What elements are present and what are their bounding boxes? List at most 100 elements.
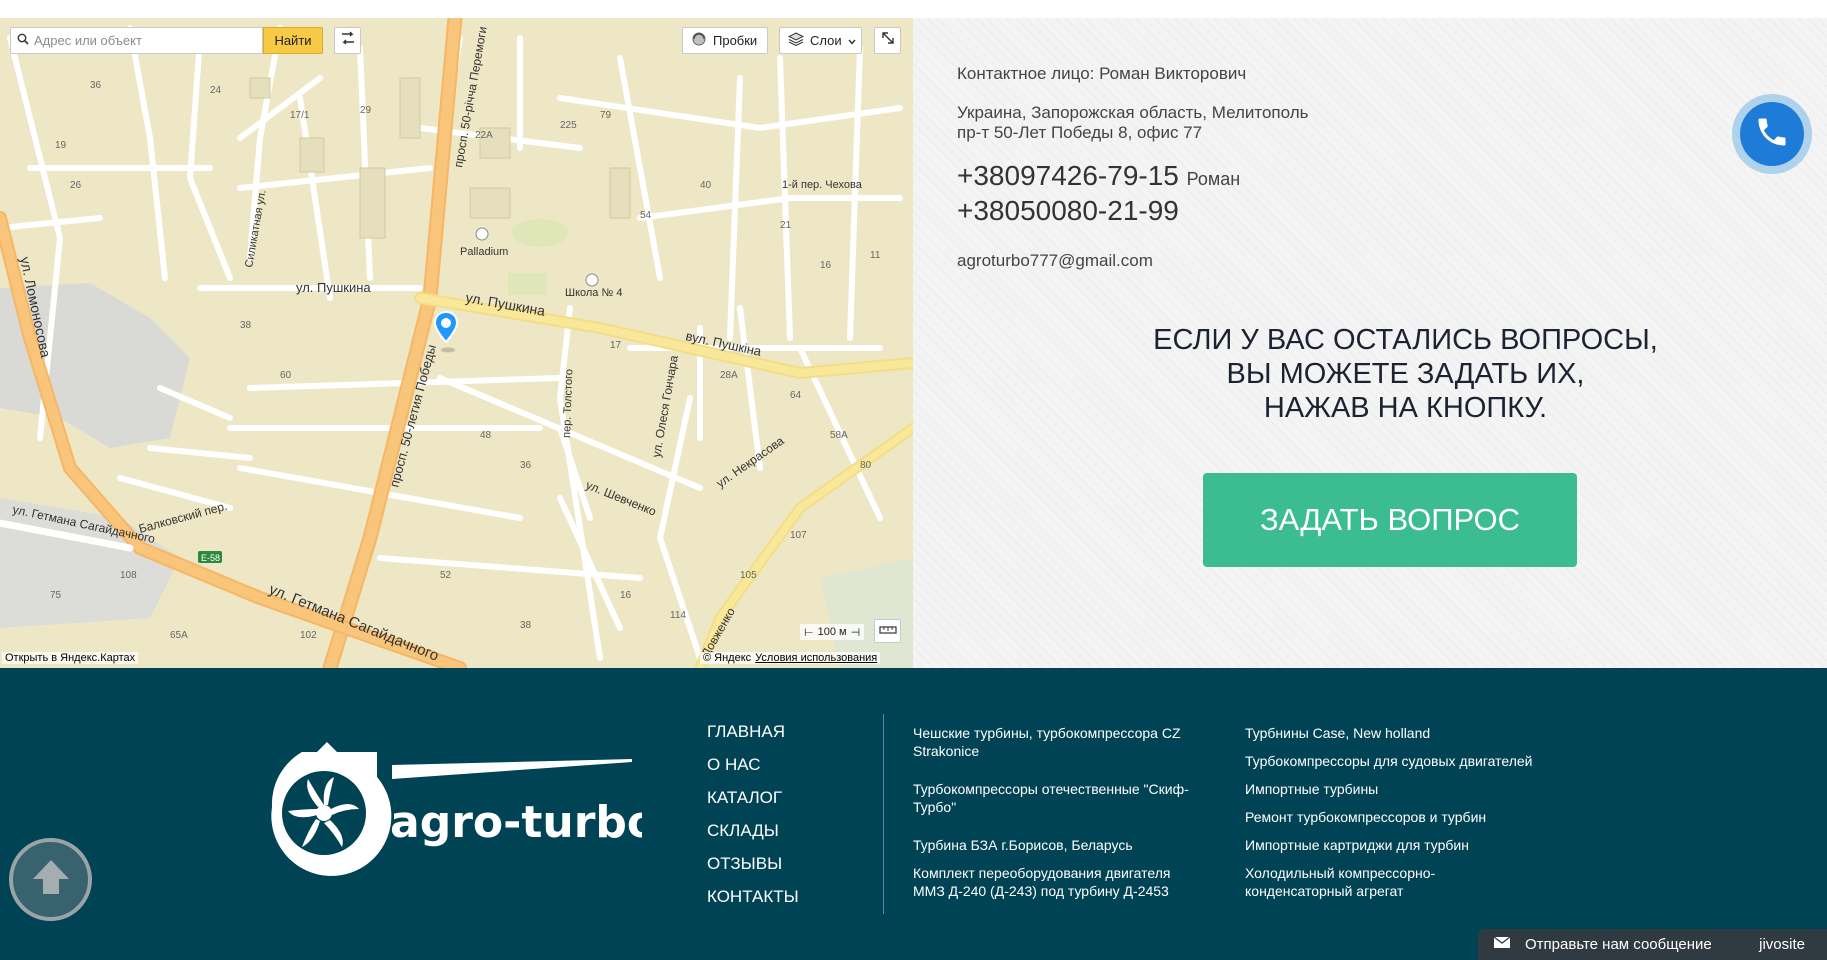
arrow-up-icon <box>28 854 74 905</box>
svg-text:21: 21 <box>780 220 792 231</box>
map-open-yandex-link[interactable]: Открыть в Яндекс.Картах <box>2 652 139 664</box>
call-button[interactable] <box>1732 94 1812 174</box>
chat-widget-label: Отправьте нам сообщение <box>1525 936 1712 953</box>
footer-category-link[interactable]: Импортные турбины <box>1245 780 1585 798</box>
footer-logo[interactable]: agro-turbo <box>262 737 657 882</box>
chat-widget[interactable]: Отправьте нам сообщение jivosite <box>1478 929 1827 960</box>
map-copyright-text: © Яндекс <box>703 652 752 664</box>
route-icon <box>340 31 356 50</box>
svg-text:79: 79 <box>600 110 612 121</box>
footer-category-link[interactable]: Холодильный компрессорно-конденсаторный … <box>1245 864 1475 900</box>
contacts-panel: Контактное лицо: Роман Викторович Украин… <box>913 18 1827 668</box>
map-pin-icon[interactable] <box>432 310 460 361</box>
ask-question-button[interactable]: ЗАДАТЬ ВОПРОС <box>1203 473 1577 567</box>
map-search-input[interactable] <box>34 33 254 48</box>
phone-1[interactable]: +38097426-79-15 Роман <box>957 160 1240 192</box>
map-label-pushkina1: ул. Пушкина <box>296 280 371 295</box>
address-line-1: Украина, Запорожская область, Мелитополь <box>957 103 1309 122</box>
map-ruler-button[interactable] <box>874 619 901 643</box>
map-traffic-button[interactable]: Пробки <box>682 27 768 54</box>
svg-text:29: 29 <box>360 105 372 116</box>
footer-nav-warehouses[interactable]: СКЛАДЫ <box>707 821 799 854</box>
footer-category-link[interactable]: Чешские турбины, турбокомпрессора CZ Str… <box>913 724 1203 760</box>
search-icon <box>17 32 29 50</box>
map-fullscreen-button[interactable] <box>874 27 901 54</box>
svg-text:60: 60 <box>280 370 292 381</box>
layers-icon <box>787 32 805 49</box>
svg-text:19: 19 <box>55 140 67 151</box>
call-button-inner[interactable] <box>1740 102 1804 166</box>
scale-bar-end-icon: ⊣ <box>850 626 861 639</box>
svg-text:38: 38 <box>240 320 252 331</box>
address-line-2: пр-т 50-Лет Победы 8, офис 77 <box>957 123 1203 142</box>
svg-text:24: 24 <box>210 85 222 96</box>
svg-text:108: 108 <box>120 570 137 581</box>
svg-text:26: 26 <box>70 180 82 191</box>
svg-text:64: 64 <box>790 390 802 401</box>
map-label-e58: E-58 <box>201 553 220 563</box>
svg-text:65A: 65A <box>170 630 188 641</box>
footer-nav-about[interactable]: О НАС <box>707 755 799 788</box>
map-search-box[interactable] <box>10 27 263 54</box>
footer-divider <box>883 714 884 914</box>
ruler-icon <box>878 622 897 640</box>
map[interactable]: ул. Пушкина ул. Пушкина вул. Пушкіна про… <box>0 18 913 668</box>
footer-nav-contacts[interactable]: КОНТАКТЫ <box>707 887 799 920</box>
svg-text:114: 114 <box>670 610 686 621</box>
traffic-icon <box>691 32 707 49</box>
map-scale-label: 100 м <box>817 626 847 638</box>
phone-icon <box>1754 114 1790 155</box>
footer-category-link[interactable]: Турбина БЗА г.Борисов, Беларусь <box>913 836 1203 854</box>
phone-1-number[interactable]: +38097426-79-15 <box>957 160 1179 191</box>
questions-line-1: ЕСЛИ У ВАС ОСТАЛИСЬ ВОПРОСЫ, <box>1153 324 1658 356</box>
svg-text:22A: 22A <box>475 130 493 141</box>
top-strip <box>0 0 1827 18</box>
map-terms-link[interactable]: Условия использования <box>755 652 877 664</box>
svg-text:17: 17 <box>610 340 622 351</box>
footer-nav-reviews[interactable]: ОТЗЫВЫ <box>707 854 799 887</box>
scale-bar-icon: ⊢ <box>804 626 814 639</box>
map-traffic-label: Пробки <box>713 33 758 48</box>
mail-icon <box>1493 936 1511 953</box>
footer-logo-text: agro-turbo <box>390 797 642 848</box>
svg-text:225: 225 <box>560 120 577 131</box>
map-copyright: © Яндекс Условия использования <box>700 652 881 664</box>
svg-text:11: 11 <box>870 250 881 261</box>
email-address[interactable]: agroturbo777@gmail.com <box>957 251 1153 271</box>
footer-nav-catalog[interactable]: КАТАЛОГ <box>707 788 799 821</box>
map-label-school: Школа № 4 <box>565 287 622 299</box>
footer-category-list-1: Чешские турбины, турбокомпрессора CZ Str… <box>913 724 1203 900</box>
footer-category-link[interactable]: Импортные картриджи для турбин <box>1245 836 1585 854</box>
svg-text:40: 40 <box>700 180 712 191</box>
footer-category-list-2: Турбнины Case, New holland Турбокомпресс… <box>1245 724 1585 900</box>
footer-nav: ГЛАВНАЯ О НАС КАТАЛОГ СКЛАДЫ ОТЗЫВЫ КОНТ… <box>707 722 799 920</box>
footer-category-link[interactable]: Комплект переоборудования двигателя ММЗ … <box>913 864 1203 900</box>
map-layers-button[interactable]: Слои <box>779 27 862 54</box>
svg-text:107: 107 <box>790 530 807 541</box>
chevron-down-icon <box>848 33 856 48</box>
svg-text:17/1: 17/1 <box>290 110 310 121</box>
map-route-button[interactable] <box>334 27 361 54</box>
svg-text:48: 48 <box>480 430 492 441</box>
svg-text:80: 80 <box>860 460 872 471</box>
footer-category-link[interactable]: Ремонт турбокомпрессоров и турбин <box>1245 808 1585 826</box>
svg-text:36: 36 <box>520 460 532 471</box>
map-label-tolstogo: пер. Толстого <box>561 369 575 438</box>
questions-text: ЕСЛИ У ВАС ОСТАЛИСЬ ВОПРОСЫ, ВЫ МОЖЕТЕ З… <box>1063 323 1748 425</box>
footer-nav-home[interactable]: ГЛАВНАЯ <box>707 722 799 755</box>
map-label-palladium: Palladium <box>460 246 508 258</box>
svg-text:16: 16 <box>620 590 632 601</box>
map-label-chehova: 1-й пер. Чехова <box>782 179 863 191</box>
footer-category-link[interactable]: Турбокомпрессоры отечественные "Скиф-Тур… <box>913 780 1203 816</box>
map-scale: ⊢ 100 м ⊣ <box>800 624 865 640</box>
phone-2[interactable]: +38050080-21-99 <box>957 195 1179 227</box>
svg-text:54: 54 <box>640 210 652 221</box>
footer-category-link[interactable]: Турбокомпрессоры для судовых двигателей <box>1245 752 1585 770</box>
footer-category-link[interactable]: Турбнины Case, New holland <box>1245 724 1585 742</box>
scroll-to-top-button[interactable] <box>9 838 92 921</box>
fullscreen-icon <box>881 31 895 50</box>
svg-text:16: 16 <box>820 260 832 271</box>
footer: agro-turbo ГЛАВНАЯ О НАС КАТАЛОГ СКЛАДЫ … <box>0 668 1827 960</box>
map-layers-label: Слои <box>810 33 842 48</box>
map-find-button[interactable]: Найти <box>263 27 323 54</box>
